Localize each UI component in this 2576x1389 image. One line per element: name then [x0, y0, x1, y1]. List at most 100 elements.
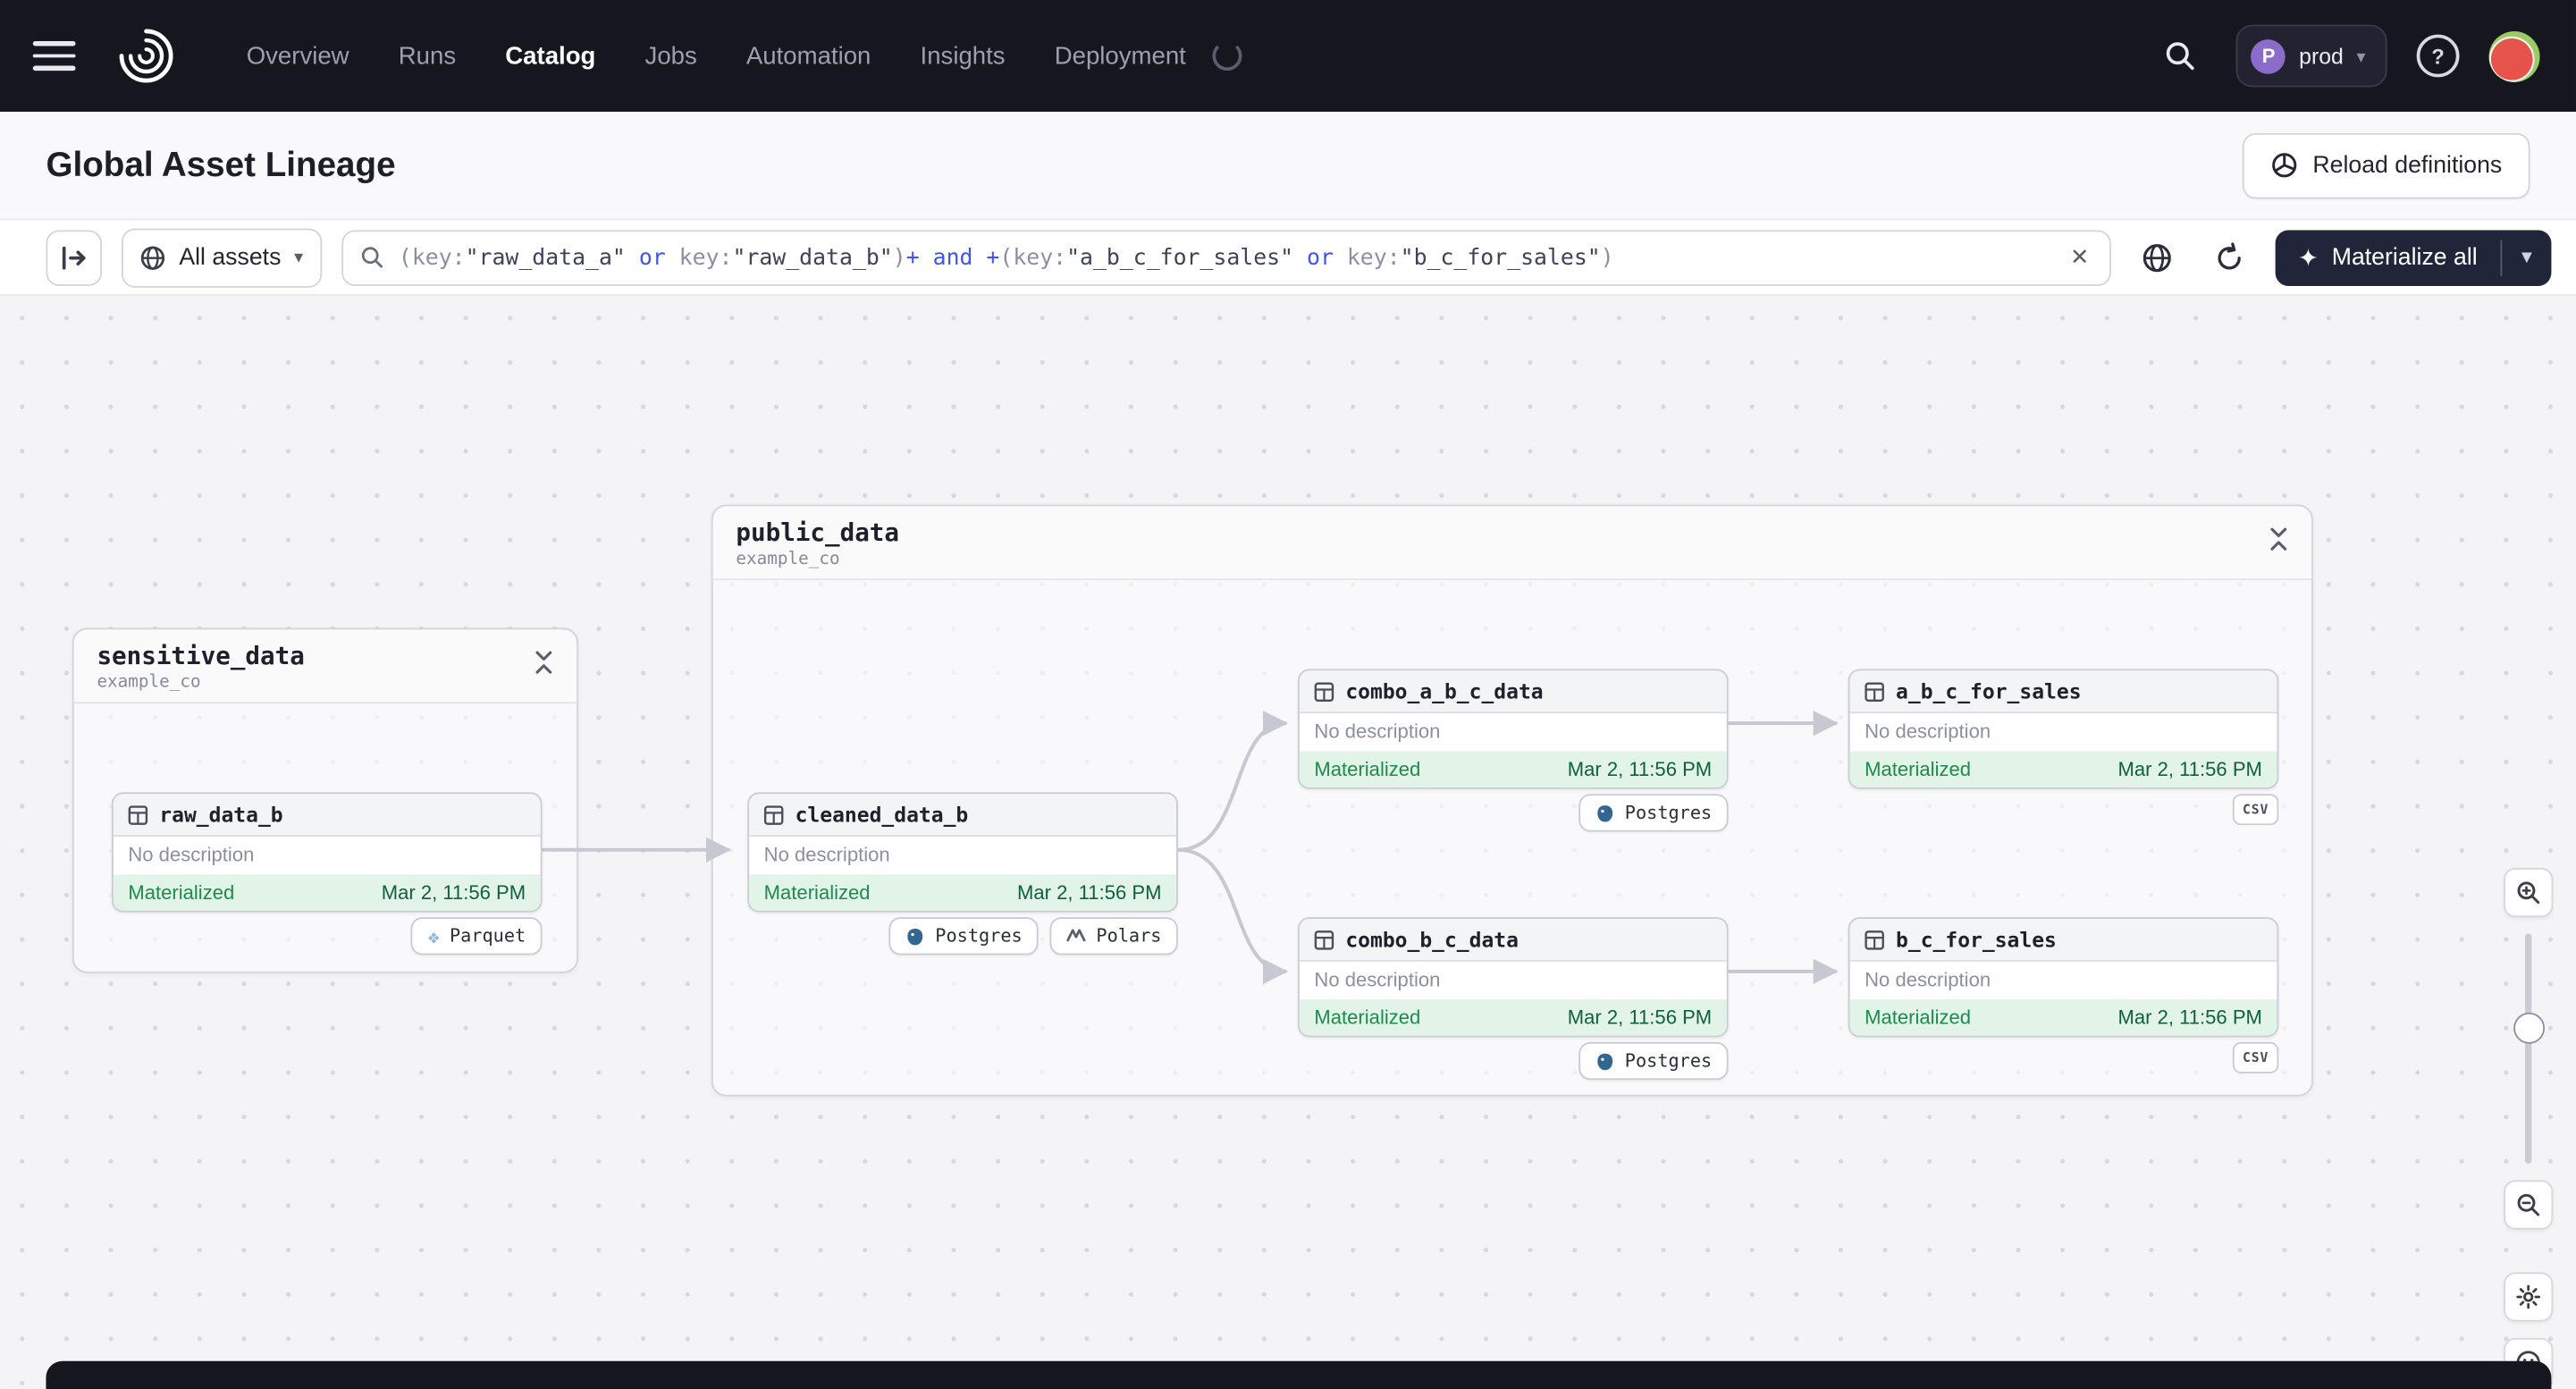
search-icon[interactable]: [2154, 29, 2207, 82]
materialize-all-label: Materialize all: [2331, 244, 2478, 271]
lineage-canvas[interactable]: sensitive_data example_co public_data ex…: [0, 296, 2576, 1389]
asset-node-header: raw_data_b: [113, 794, 541, 838]
asset-tags-raw-data-b: ❖ Parquet: [112, 917, 543, 955]
globe-lines-icon: [2142, 243, 2171, 272]
clear-search-icon[interactable]: ✕: [2067, 243, 2092, 271]
collapse-group-icon[interactable]: [534, 651, 553, 674]
asset-status-row: Materialized Mar 2, 11:56 PM: [1299, 751, 1727, 787]
globe-icon: [140, 245, 165, 269]
materialized-label: Materialized: [1314, 757, 1421, 781]
help-icon[interactable]: ?: [2416, 34, 2460, 78]
materialize-all-button[interactable]: ✦ Materialize all: [2275, 230, 2500, 286]
asset-status-row: Materialized Mar 2, 11:56 PM: [1299, 999, 1727, 1036]
table-icon: [1865, 930, 1884, 949]
table-icon: [763, 804, 784, 824]
group-namespace: example_co: [97, 672, 201, 693]
top-nav: Overview Runs Catalog Jobs Automation In…: [0, 0, 2576, 113]
search-icon: [361, 247, 383, 268]
graph-settings-button[interactable]: [2504, 1272, 2554, 1322]
asset-name: cleaned_data_b: [795, 802, 969, 828]
nav-item-insights[interactable]: Insights: [921, 42, 1006, 70]
postgres-icon: [907, 928, 923, 945]
open-side-panel-button[interactable]: [46, 229, 102, 286]
nav-links: Overview Runs Catalog Jobs Automation In…: [247, 40, 1242, 72]
asset-node-header: a_b_c_for_sales: [1849, 670, 2277, 714]
nav-item-jobs[interactable]: Jobs: [645, 42, 697, 70]
nav-item-overview[interactable]: Overview: [247, 42, 349, 70]
asset-status-row: Materialized Mar 2, 11:56 PM: [1849, 751, 2277, 787]
csv-icon: CSV: [2242, 802, 2269, 817]
nav-item-deployment[interactable]: Deployment: [1055, 42, 1186, 70]
page-title: Global Asset Lineage: [46, 145, 396, 184]
asset-node-header: combo_b_c_data: [1299, 919, 1727, 962]
asset-description: No description: [1865, 968, 1991, 991]
zoom-out-button[interactable]: [2504, 1180, 2554, 1230]
table-icon: [128, 804, 148, 824]
nav-item-catalog[interactable]: Catalog: [505, 42, 595, 70]
csv-tag[interactable]: CSV: [2232, 794, 2279, 826]
materialized-timestamp: Mar 2, 11:56 PM: [1567, 757, 1713, 781]
zoom-slider-handle[interactable]: [2513, 1012, 2545, 1044]
zoom-in-button[interactable]: [2504, 867, 2554, 918]
asset-node-raw-data-b[interactable]: raw_data_b No description Materialized M…: [111, 792, 543, 913]
asset-name: a_b_c_for_sales: [1896, 678, 2082, 704]
asset-description: No description: [1314, 720, 1441, 744]
asset-node-a-b-c-for-sales[interactable]: a_b_c_for_sales No description Materiali…: [1848, 669, 2279, 789]
nav-item-automation[interactable]: Automation: [746, 42, 871, 70]
polars-tag[interactable]: Polars: [1049, 917, 1178, 955]
materialize-options-button[interactable]: ▼: [2502, 230, 2551, 286]
postgres-tag[interactable]: Postgres: [888, 917, 1040, 955]
tag-label: Parquet: [449, 925, 526, 947]
chevron-down-icon: ▾: [2356, 46, 2366, 67]
asset-tags-a-b-c-for-sales: CSV: [1848, 794, 2279, 826]
filter-globe-button[interactable]: [2130, 231, 2183, 283]
asset-node-header: cleaned_data_b: [749, 794, 1177, 838]
asset-node-combo-b-c-data[interactable]: combo_b_c_data No description Materializ…: [1298, 917, 1729, 1038]
materialized-label: Materialized: [1865, 757, 1972, 781]
nav-item-runs[interactable]: Runs: [399, 42, 456, 70]
refresh-button[interactable]: [2202, 231, 2255, 283]
search-query-input[interactable]: (key:"raw_data_a" or key:"raw_data_b")+ …: [399, 244, 2052, 270]
tag-label: Postgres: [1624, 1050, 1713, 1073]
csv-tag[interactable]: CSV: [2232, 1041, 2279, 1073]
table-icon: [1314, 681, 1334, 702]
group-name: sensitive_data: [97, 641, 305, 671]
asset-search-box[interactable]: (key:"raw_data_a" or key:"raw_data_b")+ …: [341, 229, 2111, 286]
group-header: public_data example_co: [712, 506, 2312, 581]
materialized-label: Materialized: [1865, 1006, 1972, 1030]
hamburger-menu-icon[interactable]: [32, 41, 76, 71]
materialized-label: Materialized: [1314, 1006, 1421, 1030]
zoom-slider-track[interactable]: [2525, 933, 2532, 1165]
tag-label: Polars: [1096, 925, 1162, 947]
bottom-panel[interactable]: [46, 1360, 2552, 1389]
postgres-icon: [1597, 1052, 1613, 1070]
deployment-switcher[interactable]: P prod ▾: [2236, 24, 2387, 88]
asset-name: combo_b_c_data: [1345, 927, 1519, 952]
tag-label: Postgres: [1624, 802, 1713, 824]
asset-node-b-c-for-sales[interactable]: b_c_for_sales No description Materialize…: [1848, 917, 2279, 1038]
asset-name: b_c_for_sales: [1896, 927, 2057, 952]
materialized-timestamp: Mar 2, 11:56 PM: [1567, 1006, 1713, 1030]
postgres-tag[interactable]: Postgres: [1578, 1041, 1729, 1081]
asset-node-cleaned-data-b[interactable]: cleaned_data_b No description Materializ…: [747, 792, 1178, 913]
reload-definitions-button[interactable]: Reload definitions: [2242, 132, 2530, 198]
asset-tags-combo-a-b-c-data: Postgres: [1298, 794, 1729, 832]
asset-tags-cleaned-data-b: Postgres Polars: [747, 917, 1178, 955]
asset-node-header: combo_a_b_c_data: [1299, 670, 1727, 714]
zoom-in-icon: [2517, 881, 2540, 905]
deployment-initial-badge: P: [2251, 38, 2286, 73]
materialized-timestamp: Mar 2, 11:56 PM: [381, 880, 526, 905]
user-avatar[interactable]: [2488, 30, 2540, 82]
lineage-toolbar: All assets ▾ (key:"raw_data_a" or key:"r…: [0, 220, 2576, 297]
postgres-tag[interactable]: Postgres: [1578, 794, 1729, 832]
refresh-icon: [2218, 241, 2241, 269]
parquet-tag[interactable]: ❖ Parquet: [411, 917, 543, 955]
sparkle-icon: ✦: [2297, 244, 2319, 273]
asset-node-combo-a-b-c-data[interactable]: combo_a_b_c_data No description Material…: [1298, 669, 1729, 789]
zoom-slider[interactable]: [2505, 933, 2551, 1165]
dagster-logo-icon[interactable]: [115, 25, 178, 88]
collapse-group-icon[interactable]: [2269, 527, 2288, 551]
asset-status-row: Materialized Mar 2, 11:56 PM: [113, 874, 541, 911]
asset-description: No description: [763, 843, 890, 867]
asset-scope-selector[interactable]: All assets ▾: [122, 227, 322, 287]
